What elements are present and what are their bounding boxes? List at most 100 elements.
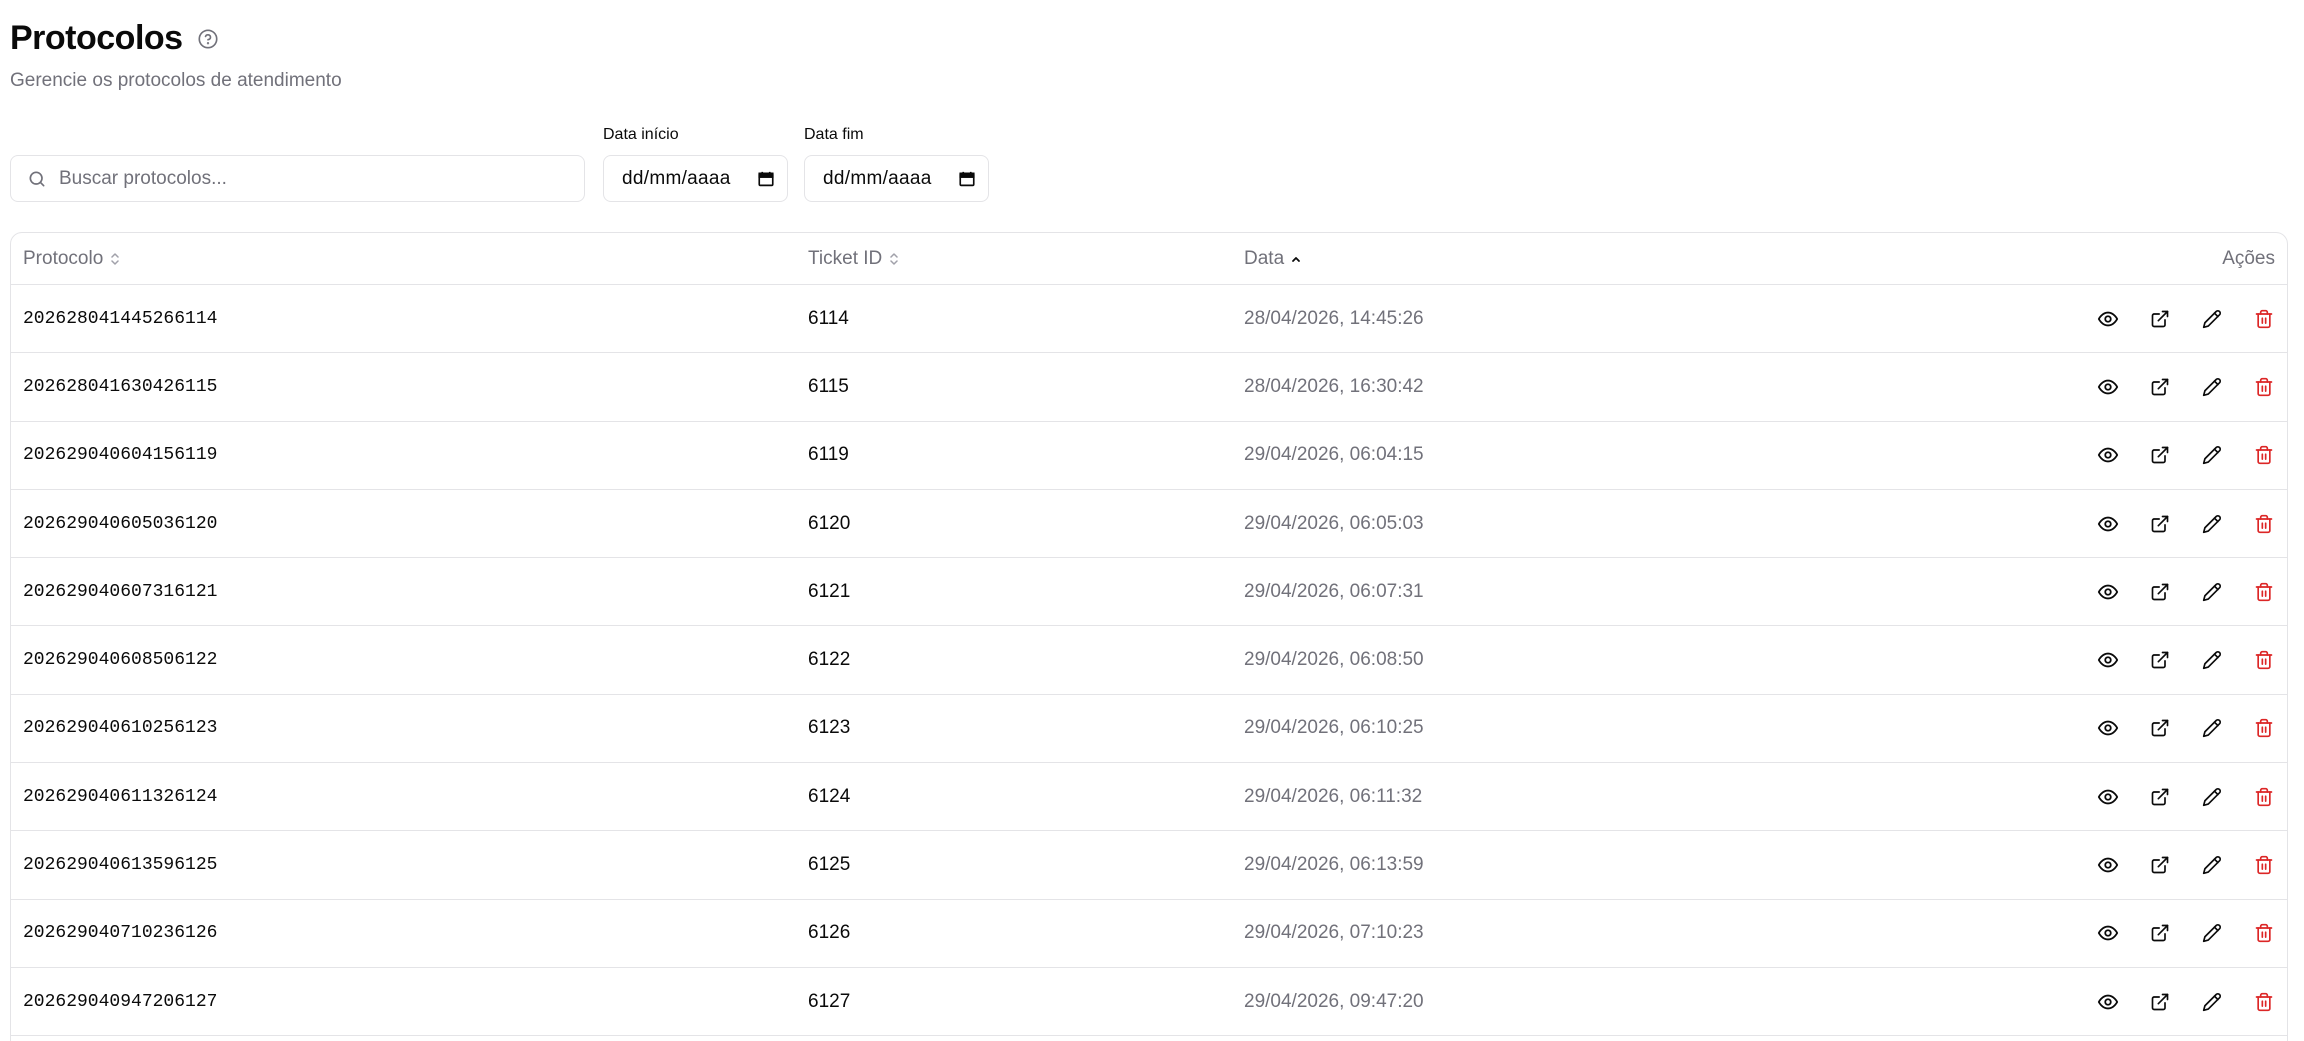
pencil-icon[interactable] (2201, 376, 2223, 398)
row-actions (2097, 991, 2275, 1013)
pencil-icon[interactable] (2201, 649, 2223, 671)
row-actions (2097, 308, 2275, 330)
trash-icon[interactable] (2253, 444, 2275, 466)
table-row: 202628041445266114 6114 28/04/2026, 14:4… (11, 285, 2287, 354)
protocol-cell: 202629040710236126 (23, 923, 218, 944)
pencil-icon[interactable] (2201, 786, 2223, 808)
table-header: Protocolo Ticket ID Data Ações (11, 233, 2287, 285)
trash-icon[interactable] (2253, 854, 2275, 876)
column-header-protocol[interactable]: Protocolo (23, 248, 121, 270)
protocol-cell: 202629040613596125 (23, 855, 218, 876)
table-row: 202629040610256123 6123 29/04/2026, 06:1… (11, 695, 2287, 764)
table-row: 202629040608506122 6122 29/04/2026, 06:0… (11, 626, 2287, 695)
sort-icon (109, 251, 121, 267)
protocol-cell: 202629040604156119 (23, 445, 218, 466)
eye-icon[interactable] (2097, 717, 2119, 739)
external-link-icon[interactable] (2149, 854, 2171, 876)
table-row: 202629040605036120 6120 29/04/2026, 06:0… (11, 490, 2287, 559)
eye-icon[interactable] (2097, 444, 2119, 466)
pencil-icon[interactable] (2201, 717, 2223, 739)
pencil-icon[interactable] (2201, 513, 2223, 535)
external-link-icon[interactable] (2149, 308, 2171, 330)
external-link-icon[interactable] (2149, 922, 2171, 944)
ticket-id-cell: 6125 (808, 854, 851, 876)
eye-icon[interactable] (2097, 649, 2119, 671)
ticket-id-cell: 6114 (808, 307, 849, 329)
ticket-id-cell: 6122 (808, 649, 851, 671)
trash-icon[interactable] (2253, 581, 2275, 603)
eye-icon[interactable] (2097, 786, 2119, 808)
table-row: 202629040611326124 6124 29/04/2026, 06:1… (11, 763, 2287, 832)
row-actions (2097, 581, 2275, 603)
table-row: 202629040604156119 6119 29/04/2026, 06:0… (11, 422, 2287, 490)
external-link-icon[interactable] (2149, 649, 2171, 671)
calendar-icon[interactable] (757, 170, 775, 188)
date-cell: 29/04/2026, 09:47:20 (1244, 990, 1424, 1012)
table-row: 202629040947206127 6127 29/04/2026, 09:4… (11, 968, 2287, 1037)
eye-icon[interactable] (2097, 376, 2119, 398)
date-cell: 29/04/2026, 06:13:59 (1244, 854, 1424, 876)
pencil-icon[interactable] (2201, 854, 2223, 876)
date-cell: 28/04/2026, 14:45:26 (1244, 307, 1424, 329)
ticket-id-cell: 6123 (808, 717, 851, 739)
trash-icon[interactable] (2253, 308, 2275, 330)
eye-icon[interactable] (2097, 854, 2119, 876)
external-link-icon[interactable] (2149, 717, 2171, 739)
pencil-icon[interactable] (2201, 308, 2223, 330)
start-date-input[interactable]: dd/mm/aaaa (603, 155, 788, 202)
external-link-icon[interactable] (2149, 376, 2171, 398)
external-link-icon[interactable] (2149, 991, 2171, 1013)
pencil-icon[interactable] (2201, 581, 2223, 603)
trash-icon[interactable] (2253, 991, 2275, 1013)
ticket-id-cell: 6119 (808, 444, 849, 466)
external-link-icon[interactable] (2149, 513, 2171, 535)
ticket-id-cell: 6124 (808, 785, 851, 807)
date-cell: 29/04/2026, 06:10:25 (1244, 717, 1424, 739)
column-header-ticket[interactable]: Ticket ID (808, 248, 900, 270)
search-box[interactable] (10, 155, 585, 202)
eye-icon[interactable] (2097, 581, 2119, 603)
protocol-cell: 202628041445266114 (23, 308, 218, 329)
eye-icon[interactable] (2097, 513, 2119, 535)
pencil-icon[interactable] (2201, 922, 2223, 944)
trash-icon[interactable] (2253, 649, 2275, 671)
start-date-filter: Data início dd/mm/aaaa (603, 126, 788, 202)
help-circle-icon[interactable] (197, 28, 219, 50)
date-cell: 29/04/2026, 06:05:03 (1244, 512, 1424, 534)
row-actions (2097, 854, 2275, 876)
trash-icon[interactable] (2253, 513, 2275, 535)
sort-ascending-icon (1290, 251, 1302, 267)
row-actions (2097, 786, 2275, 808)
eye-icon[interactable] (2097, 991, 2119, 1013)
row-actions (2097, 649, 2275, 671)
date-cell: 29/04/2026, 06:07:31 (1244, 580, 1424, 602)
end-date-value: dd/mm/aaaa (823, 167, 932, 189)
table-row: 202629040710236126 6126 29/04/2026, 07:1… (11, 900, 2287, 968)
eye-icon[interactable] (2097, 308, 2119, 330)
external-link-icon[interactable] (2149, 581, 2171, 603)
search-input[interactable] (59, 167, 559, 190)
column-label-actions: Ações (2222, 247, 2275, 269)
external-link-icon[interactable] (2149, 786, 2171, 808)
end-date-filter: Data fim dd/mm/aaaa (804, 126, 989, 202)
protocol-cell: 202629040947206127 (23, 991, 218, 1012)
trash-icon[interactable] (2253, 786, 2275, 808)
trash-icon[interactable] (2253, 376, 2275, 398)
trash-icon[interactable] (2253, 717, 2275, 739)
ticket-id-cell: 6121 (808, 580, 851, 602)
start-date-value: dd/mm/aaaa (622, 167, 731, 189)
start-date-label: Data início (603, 126, 679, 143)
calendar-icon[interactable] (958, 170, 976, 188)
pencil-icon[interactable] (2201, 991, 2223, 1013)
ticket-id-cell: 6120 (808, 512, 851, 534)
end-date-input[interactable]: dd/mm/aaaa (804, 155, 989, 202)
eye-icon[interactable] (2097, 922, 2119, 944)
trash-icon[interactable] (2253, 922, 2275, 944)
row-actions (2097, 444, 2275, 466)
column-header-date[interactable]: Data (1244, 248, 1302, 270)
protocol-cell: 202629040607316121 (23, 581, 218, 602)
pencil-icon[interactable] (2201, 444, 2223, 466)
external-link-icon[interactable] (2149, 444, 2171, 466)
sort-icon (888, 251, 900, 267)
date-cell: 29/04/2026, 06:08:50 (1244, 649, 1424, 671)
